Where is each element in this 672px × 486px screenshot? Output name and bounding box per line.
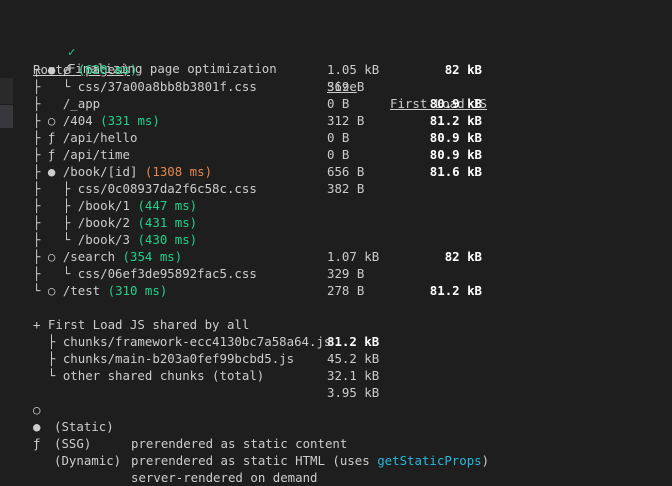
status-line: ✓ Finalizing page optimization: [0, 9, 277, 76]
route-size: 382 B: [327, 181, 365, 196]
legend-static: ○ (Static) prerendered as static content: [0, 384, 347, 451]
route-path: ┌ ● /: [33, 62, 78, 77]
chunk-name: └ other shared chunks (total): [33, 368, 265, 383]
legend-dynamic: ƒ (Dynamic) server-rendered on demand: [0, 418, 318, 485]
legend-ssg: ● (SSG) prerendered as static HTML (uses…: [0, 401, 489, 468]
legend-label: (SSG): [54, 436, 92, 451]
route-name: ├ ƒ /api/time: [33, 146, 130, 163]
dynamic-symbol-icon: ƒ: [33, 436, 41, 451]
route-first-load: 82 kB: [444, 62, 482, 77]
route-size: 656 B: [327, 164, 365, 179]
route-name: ┌ ● / (620 ms): [33, 61, 137, 78]
route-path: └ ○ /test: [33, 283, 108, 298]
route-build-time: (620 ms): [77, 62, 138, 77]
route-name: ├ ƒ /api/hello: [33, 129, 137, 146]
chunk-size: 3.95 kB: [327, 385, 380, 400]
route-path: ├ ├ /book/1: [33, 198, 138, 213]
route-path: ├ └ /book/3: [33, 232, 138, 247]
route-build-time: (447 ms): [137, 198, 198, 213]
legend-desc: prerendered as static content: [131, 436, 348, 451]
route-path: ├ ● /book/[id]: [33, 164, 145, 179]
route-name: ├ ○ /404 (331 ms): [33, 112, 160, 129]
table-header: Route (pages) Size First Load JS: [0, 44, 487, 111]
route-size: 329 B: [327, 266, 365, 281]
route-size: 278 B: [327, 283, 365, 298]
route-build-time: (331 ms): [100, 113, 160, 128]
route-size: 369 B: [327, 79, 365, 94]
route-path: ├ /_app: [33, 96, 101, 111]
route-size: 0 B: [327, 147, 350, 162]
ssg-symbol-icon: ●: [33, 419, 41, 434]
route-size: 1.07 kB: [327, 249, 380, 264]
route-first-load: 80.9 kB: [429, 130, 482, 145]
route-first-load: 82 kB: [444, 249, 482, 264]
route-name: ├ └ css/37a00a8bb8b3801f.css: [33, 78, 257, 95]
legend-desc: server-rendered on demand: [131, 470, 318, 485]
legend-label: (Static): [54, 419, 114, 434]
route-size: 0 B: [327, 130, 350, 145]
route-first-load: 81.2 kB: [429, 113, 482, 128]
route-build-time: (354 ms): [122, 249, 183, 264]
route-path: ├ ○ /404: [33, 113, 101, 128]
chunk-name: ├ chunks/main-b203a0fef99bcbd5.js: [33, 351, 295, 366]
route-first-load: 80.9 kB: [429, 147, 482, 162]
route-name: ├ └ /book/3 (430 ms): [33, 231, 197, 248]
route-size: 1.05 kB: [327, 62, 380, 77]
route-name: ├ ├ /book/2 (431 ms): [33, 214, 197, 231]
shared-chunk-row: ├ chunks/framework-ecc4130bc7a58a64.js 4…: [0, 316, 379, 366]
route-path: ├ └ css/37a00a8bb8b3801f.css: [33, 79, 257, 94]
static-symbol-icon: ○: [33, 402, 41, 417]
route-build-time: (1308 ms): [144, 164, 213, 179]
route-size: 312 B: [327, 113, 365, 128]
route-name: ├ └ css/06ef3de95892fac5.css: [33, 265, 257, 282]
legend-label: (Dynamic): [54, 453, 122, 468]
route-build-time: (431 ms): [137, 215, 198, 230]
route-name: ├ /_app: [33, 95, 100, 112]
chunk-size: 45.2 kB: [327, 351, 380, 366]
route-path: ├ ƒ /api/hello: [33, 130, 138, 145]
route-path: ├ ├ css/0c08937da2f6c58c.css: [33, 181, 257, 196]
legend-desc-tail: ): [481, 453, 490, 468]
route-build-time: (430 ms): [137, 232, 198, 247]
route-first-load: 80.9 kB: [429, 96, 482, 111]
route-name: ├ ├ css/0c08937da2f6c58c.css: [33, 180, 257, 197]
route-build-time: (310 ms): [107, 283, 168, 298]
shared-total: 81.2 kB: [327, 334, 380, 349]
getstaticprops-link[interactable]: getStaticProps: [377, 453, 481, 468]
route-name: ├ ├ /book/1 (447 ms): [33, 197, 197, 214]
route-first-load: 81.6 kB: [429, 164, 482, 179]
shared-chunk-row: └ other shared chunks (total) 3.95 kB: [0, 350, 379, 400]
route-path: ├ ƒ /api/time: [33, 147, 130, 162]
chunk-name: ├ chunks/framework-ecc4130bc7a58a64.js: [33, 334, 332, 349]
shared-title: + First Load JS shared by all: [33, 317, 250, 332]
route-name: └ ○ /test (310 ms): [33, 282, 167, 299]
legend-desc: prerendered as static HTML (uses: [131, 453, 378, 468]
route-path: ├ ├ /book/2: [33, 215, 138, 230]
route-name: ├ ○ /search (354 ms): [33, 248, 182, 265]
chunk-size: 32.1 kB: [327, 368, 380, 383]
route-size: 0 B: [327, 96, 350, 111]
shared-total-row: + First Load JS shared by all 81.2 kB: [0, 299, 379, 349]
route-path: ├ └ css/06ef3de95892fac5.css: [33, 266, 257, 281]
checkmark-icon: ✓: [67, 44, 76, 59]
route-first-load: 81.2 kB: [429, 283, 482, 298]
route-name: ├ ● /book/[id] (1308 ms): [33, 163, 212, 180]
shared-chunk-row: ├ chunks/main-b203a0fef99bcbd5.js 32.1 k…: [0, 333, 379, 383]
route-path: ├ ○ /search: [33, 249, 123, 264]
